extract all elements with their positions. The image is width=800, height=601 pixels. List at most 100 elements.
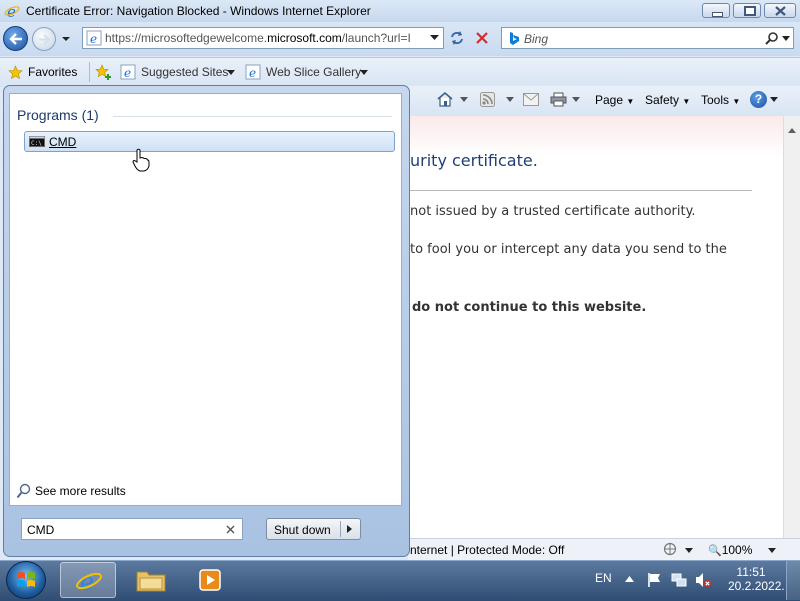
feeds-dropdown-icon[interactable]	[506, 97, 514, 102]
network-icon[interactable]	[671, 572, 687, 588]
taskbar-explorer-button[interactable]	[124, 562, 180, 598]
page-menu[interactable]: Page ▼	[595, 93, 634, 107]
zoom-level: 100%	[721, 543, 753, 557]
svg-text:e: e	[7, 3, 16, 19]
svg-text:C:\: C:\	[31, 140, 42, 147]
web-slice-gallery-label: Web Slice Gallery	[266, 65, 362, 79]
security-zone-text: nternet | Protected Mode: Off	[410, 543, 565, 557]
address-dropdown-icon[interactable]	[430, 35, 439, 41]
print-icon[interactable]	[550, 92, 567, 107]
safety-menu-label: Safety	[645, 93, 680, 107]
suggested-sites-label: Suggested Sites	[141, 65, 229, 79]
taskbar-media-player-button[interactable]	[182, 562, 238, 598]
url-prefix: https://microsoftedgewelcome.	[105, 31, 268, 45]
shutdown-button[interactable]: Shut down	[266, 518, 361, 540]
action-center-flag-icon[interactable]	[647, 572, 663, 588]
taskbar-ie-button[interactable]: e	[60, 562, 116, 598]
heading-divider	[408, 190, 752, 191]
safety-chevron-down-icon: ▼	[682, 97, 691, 106]
read-mail-icon[interactable]	[523, 93, 539, 106]
folder-icon	[136, 571, 166, 592]
start-search-input[interactable]: CMD	[27, 523, 54, 537]
home-icon[interactable]	[436, 91, 454, 107]
close-window-button[interactable]	[764, 3, 796, 18]
error-heading: urity certificate.	[410, 151, 538, 170]
favorites-divider	[89, 62, 90, 82]
suggested-sites-ie-icon: e	[120, 64, 136, 80]
programs-divider	[113, 116, 392, 117]
compatibility-view-button[interactable]	[446, 27, 468, 49]
print-dropdown-icon[interactable]	[572, 97, 580, 102]
recent-pages-dropdown-icon[interactable]	[61, 35, 71, 43]
see-more-results-link[interactable]: See more results	[35, 484, 126, 498]
favorites-button[interactable]: Favorites	[5, 62, 83, 82]
restore-icon	[744, 6, 756, 16]
svg-text:e: e	[249, 66, 256, 80]
minimize-icon	[712, 12, 723, 17]
zoom-magnifier-icon: 🔍	[708, 545, 722, 557]
favorites-star-icon	[8, 65, 23, 80]
start-search-box[interactable]: CMD	[21, 518, 243, 540]
programs-header: Programs (1)	[17, 107, 99, 123]
stop-button[interactable]	[471, 27, 493, 49]
safety-menu[interactable]: Safety ▼	[645, 93, 690, 107]
bing-logo-icon	[510, 32, 519, 45]
url-suffix: /launch?url=I	[341, 31, 411, 45]
svg-text:e: e	[80, 568, 94, 594]
favorites-label: Favorites	[28, 65, 78, 79]
tools-menu[interactable]: Tools ▼	[701, 93, 740, 107]
zone-globe-icon	[663, 542, 677, 556]
search-placeholder: Bing	[524, 32, 549, 46]
minimize-button[interactable]	[702, 3, 730, 18]
search-dropdown-icon[interactable]	[782, 36, 790, 41]
shutdown-options-arrow-icon[interactable]	[347, 525, 352, 533]
help-dropdown-icon[interactable]	[770, 97, 778, 102]
back-button[interactable]	[3, 26, 28, 51]
suggested-sites-button[interactable]: e Suggested Sites	[120, 62, 238, 82]
ie-logo-icon: e	[4, 3, 20, 19]
forward-button[interactable]	[32, 27, 56, 51]
warning-text: do not continue to this website.	[412, 300, 647, 315]
error-line-1: not issued by a trusted certificate auth…	[410, 204, 696, 219]
address-input[interactable]: https://microsoftedgewelcome.microsoft.c…	[105, 31, 417, 45]
refresh-icon	[451, 31, 463, 45]
add-to-favorites-icon[interactable]	[95, 64, 113, 80]
media-player-icon	[199, 569, 221, 591]
close-icon	[775, 6, 786, 16]
search-box[interactable]: Bing	[501, 27, 794, 49]
help-icon[interactable]: ?	[750, 91, 767, 108]
start-button[interactable]	[6, 561, 46, 599]
zoom-dropdown-icon[interactable]	[768, 548, 776, 553]
web-slice-gallery-button[interactable]: e Web Slice Gallery	[245, 62, 370, 82]
cmd-result-item[interactable]: C:\	[24, 131, 395, 152]
page-content	[408, 116, 793, 538]
show-hidden-icons-icon[interactable]	[625, 576, 634, 582]
address-bar[interactable]: e https://microsoftedgewelcome.microsoft…	[82, 27, 444, 49]
tools-menu-label: Tools	[701, 93, 730, 107]
home-dropdown-icon[interactable]	[460, 97, 468, 102]
see-more-search-icon	[16, 483, 31, 499]
vertical-scrollbar[interactable]	[783, 116, 800, 538]
shutdown-divider	[340, 521, 341, 537]
windows-logo-icon	[17, 572, 35, 587]
feeds-icon[interactable]	[480, 92, 495, 107]
show-desktop-button[interactable]	[786, 561, 800, 600]
forward-arrow-icon	[39, 34, 51, 45]
page-ie-icon: e	[86, 30, 102, 46]
back-arrow-icon	[9, 33, 22, 45]
web-slice-dropdown-icon	[360, 70, 368, 75]
clock[interactable]: 11:51 20.2.2022.	[728, 565, 785, 593]
search-icon[interactable]	[765, 31, 779, 45]
restore-button[interactable]	[733, 3, 761, 18]
zoom-control[interactable]: 🔍100%	[708, 543, 752, 557]
url-domain: microsoft.com	[267, 31, 342, 45]
svg-text:e: e	[124, 66, 131, 80]
zone-dropdown-icon[interactable]	[685, 548, 693, 553]
suggested-sites-dropdown-icon	[227, 70, 235, 75]
scroll-up-icon[interactable]	[788, 128, 796, 133]
start-menu-results-pane	[9, 93, 402, 506]
hand-cursor-icon	[132, 148, 150, 172]
language-indicator[interactable]: EN	[595, 571, 612, 585]
volume-muted-icon[interactable]	[695, 572, 712, 588]
clear-search-icon[interactable]	[226, 525, 235, 534]
